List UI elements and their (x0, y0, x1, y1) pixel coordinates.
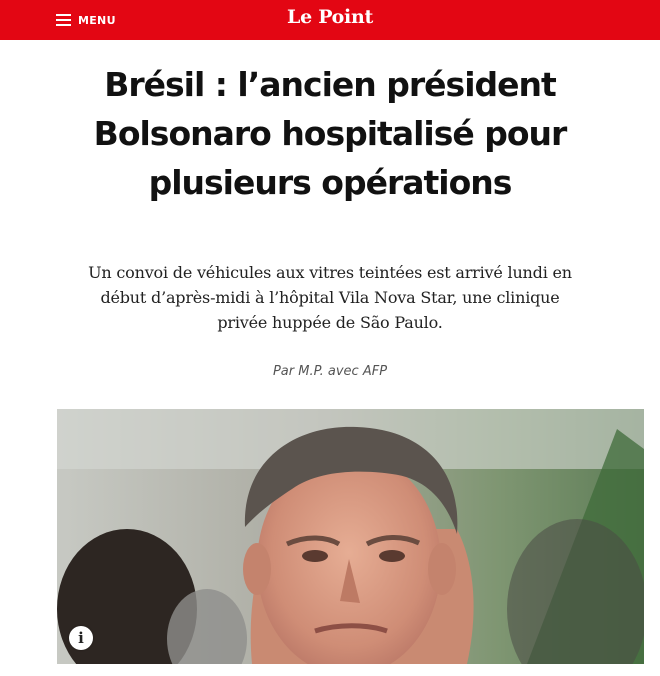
article-lead-line: début d’après-midi à l’hôpital Vila Nova… (100, 288, 560, 307)
portrait-illustration (57, 409, 644, 664)
article-lead: Un convoi de véhicules aux vitres teinté… (60, 260, 600, 335)
article-title-line: plusieurs opérations (148, 163, 513, 202)
article-photo (57, 409, 644, 664)
article-title-line: Bolsonaro hospitalisé pour (93, 114, 568, 153)
info-icon[interactable]: i (69, 626, 93, 650)
site-logo[interactable]: Le Point (0, 6, 660, 28)
article-lead-line: privée huppée de São Paulo. (217, 313, 443, 332)
article-byline: Par M.P. avec AFP (272, 364, 388, 379)
top-navigation-bar: MENU Le Point (0, 0, 660, 40)
article-title: Brésil : l’ancien président Bolsonaro ho… (40, 60, 620, 207)
article-lead-line: Un convoi de véhicules aux vitres teinté… (88, 263, 572, 282)
article-title-line: Brésil : l’ancien président (104, 65, 557, 104)
